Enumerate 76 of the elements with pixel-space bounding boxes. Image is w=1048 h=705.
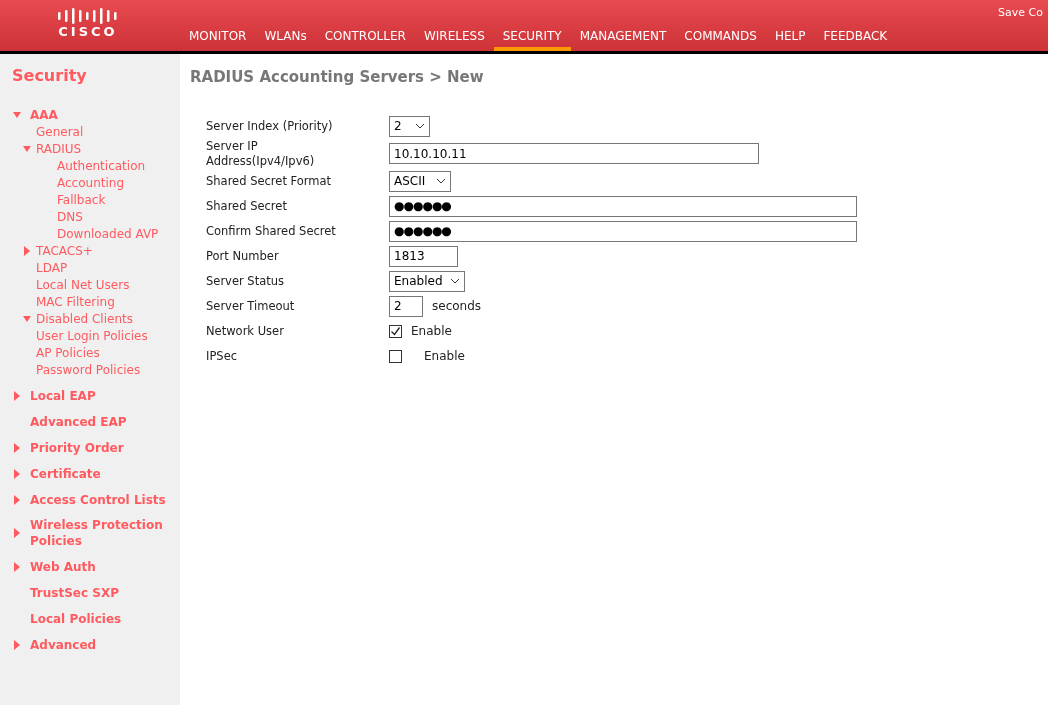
nav-tab[interactable]: COMMANDS	[675, 21, 766, 51]
sidebar-link[interactable]: TACACS+	[36, 241, 93, 260]
sidebar-link[interactable]: Wireless Protection Policies	[30, 517, 178, 549]
sidebar-link[interactable]: MAC Filtering	[36, 292, 115, 311]
input-field[interactable]: 2	[389, 295, 423, 317]
expand-icon[interactable]	[13, 468, 21, 479]
nav-tab[interactable]: FEEDBACK	[814, 21, 897, 51]
chevron-down-icon	[450, 278, 460, 284]
sidebar-link[interactable]: RADIUS	[36, 139, 82, 158]
field-label: Port Number	[206, 248, 280, 264]
chevron-down-icon	[436, 178, 446, 184]
page-title: RADIUS Accounting Servers > New	[190, 67, 485, 88]
field-label: Server Status	[206, 273, 285, 289]
field-label: Network User	[206, 323, 285, 339]
expand-icon[interactable]	[23, 246, 31, 256]
logo-text: CISCO	[58, 24, 118, 40]
sidebar-link[interactable]: DNS	[57, 207, 83, 226]
sidebar-link[interactable]: Password Policies	[36, 360, 141, 379]
save-link[interactable]: Save Co	[998, 5, 1043, 22]
expand-icon[interactable]	[13, 390, 21, 401]
checkbox-label: Enable	[411, 323, 452, 340]
sidebar-link[interactable]: Web Auth	[30, 558, 178, 575]
sidebar-link[interactable]: Local Policies	[30, 610, 178, 627]
sidebar-link[interactable]: Downloaded AVP	[57, 224, 159, 243]
sidebar-title: Security	[11, 65, 88, 87]
field-label: Shared Secret Format	[206, 173, 333, 189]
sidebar-link[interactable]: Disabled Clients	[36, 309, 133, 328]
sidebar-link[interactable]: Priority Order	[30, 439, 178, 456]
expand-icon[interactable]	[13, 561, 21, 572]
sidebar-link[interactable]: TrustSec SXP	[30, 584, 178, 601]
sidebar-link[interactable]: Advanced	[30, 636, 178, 653]
sidebar-link[interactable]: Local EAP	[30, 387, 178, 404]
input-field[interactable]: 1813	[389, 245, 458, 267]
checkbox-label: Enable	[424, 348, 465, 365]
input-field[interactable]: ●●●●●●	[389, 195, 857, 217]
sidebar-link[interactable]: Fallback	[57, 190, 106, 209]
checkbox[interactable]	[389, 349, 402, 363]
field-label: IPSec	[206, 348, 239, 364]
collapse-icon[interactable]	[23, 314, 31, 324]
unit-label: seconds	[432, 298, 482, 315]
sidebar-link[interactable]: AP Policies	[36, 343, 100, 362]
field-label: Server IP Address(Ipv4/Ipv6)	[206, 138, 316, 169]
input-field[interactable]: 10.10.10.11	[389, 143, 759, 164]
nav-tab[interactable]: MANAGEMENT	[570, 21, 676, 51]
dropdown[interactable]: Enabled	[389, 270, 465, 292]
nav-tab[interactable]: CONTROLLER	[315, 21, 415, 51]
nav-tab[interactable]: HELP	[765, 21, 815, 51]
expand-icon[interactable]	[13, 442, 21, 453]
collapse-icon[interactable]	[13, 109, 21, 120]
sidebar-link[interactable]: Authentication	[57, 156, 146, 175]
expand-icon[interactable]	[13, 494, 21, 505]
field-label: Confirm Shared Secret	[206, 223, 337, 239]
sidebar-link[interactable]: Certificate	[30, 465, 178, 482]
sidebar-link[interactable]: General	[36, 122, 84, 141]
expand-icon[interactable]	[13, 528, 21, 538]
collapse-icon[interactable]	[23, 144, 31, 154]
dropdown[interactable]: 2	[389, 115, 430, 137]
sidebar-link[interactable]: User Login Policies	[36, 326, 148, 345]
sidebar-link[interactable]: AAA	[30, 106, 178, 123]
expand-icon[interactable]	[13, 639, 21, 650]
sidebar-link[interactable]: Accounting	[57, 173, 124, 192]
checkbox[interactable]	[389, 324, 402, 338]
nav-tab[interactable]: MONITOR	[180, 21, 256, 51]
sidebar-link[interactable]: LDAP	[36, 258, 68, 277]
field-label: Shared Secret	[206, 198, 288, 214]
bars-icon	[56, 6, 120, 24]
field-label: Server Index (Priority)	[206, 118, 334, 134]
chevron-down-icon	[415, 123, 425, 129]
field-label: Server Timeout	[206, 298, 296, 314]
sidebar-link[interactable]: Access Control Lists	[30, 491, 178, 508]
input-field[interactable]: ●●●●●●	[389, 220, 857, 242]
dropdown[interactable]: ASCII	[389, 170, 451, 192]
nav-tab[interactable]: WIRELESS	[414, 21, 494, 51]
sidebar-link[interactable]: Advanced EAP	[30, 413, 178, 430]
nav-tab[interactable]: WLANs	[255, 21, 316, 51]
sidebar-link[interactable]: Local Net Users	[36, 275, 130, 294]
